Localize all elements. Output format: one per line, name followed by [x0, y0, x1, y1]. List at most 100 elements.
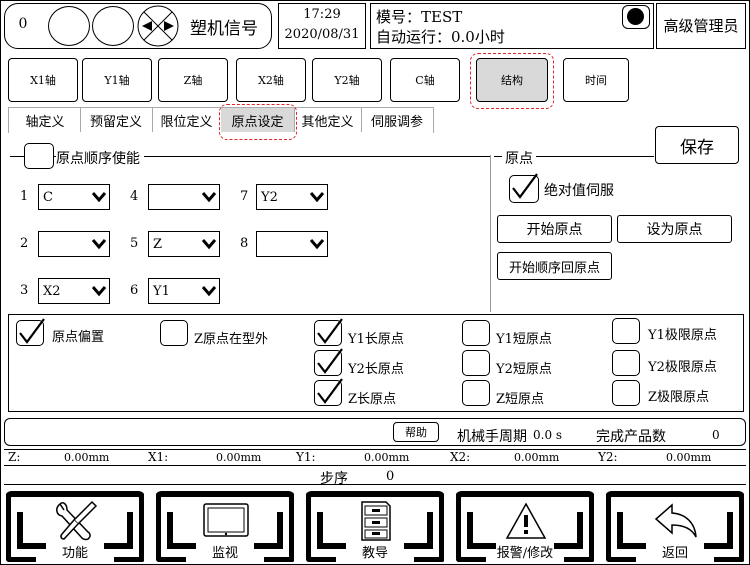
cycle-value: 0.0 s — [533, 428, 563, 442]
step-panel — [4, 467, 746, 485]
y2-short-checkbox[interactable] — [462, 350, 490, 376]
y2-limit-label: Y2极限原点 — [648, 360, 717, 375]
products-value: 0 — [712, 428, 720, 442]
nav-button-label: 返回 — [661, 546, 688, 561]
slot-number: 1 — [20, 189, 29, 204]
signal-label: 塑机信号 — [190, 19, 258, 39]
axis-select-value: C — [43, 189, 53, 205]
chevron-down-icon — [91, 190, 107, 204]
tab[interactable]: 轴定义 — [10, 108, 81, 132]
products-label: 完成产品数 — [596, 429, 666, 445]
axis-select[interactable] — [38, 231, 110, 257]
active-category-highlight — [470, 53, 554, 109]
axis-position-value: 0.00mm — [64, 451, 110, 464]
origin-group-title: 原点 — [502, 148, 536, 168]
category-button[interactable]: X2轴 — [236, 58, 306, 102]
cabinet-icon — [351, 498, 401, 544]
axis-select[interactable]: Y1 — [148, 278, 220, 304]
signal-indicator-1 — [48, 6, 90, 46]
absolute-servo-label: 绝对值伺服 — [544, 183, 614, 199]
category-button[interactable]: Y2轴 — [312, 58, 382, 102]
chevron-down-icon — [91, 284, 107, 298]
mold-clamp-icon — [136, 4, 180, 48]
axis-name: Z: — [8, 450, 21, 464]
tab[interactable]: 预留定义 — [80, 108, 153, 132]
axis-select[interactable]: Z — [148, 231, 220, 257]
start-origin-button[interactable]: 开始原点 — [497, 215, 612, 243]
active-tab-highlight — [219, 104, 297, 140]
user-level-label: 高级管理员 — [663, 17, 739, 35]
step-label: 步序 — [320, 471, 348, 487]
checkmark-icon — [14, 315, 48, 349]
y2-limit-checkbox[interactable] — [612, 350, 640, 376]
axis-select[interactable] — [148, 184, 220, 210]
axis-select[interactable]: X2 — [38, 278, 110, 304]
origin-order-enable-checkbox[interactable] — [24, 143, 54, 169]
axis-select[interactable] — [256, 231, 328, 257]
signal-indicator-2 — [92, 6, 134, 46]
z-short-label: Z短原点 — [496, 392, 545, 407]
axis-select[interactable]: Y2 — [256, 184, 328, 210]
category-button[interactable]: X1轴 — [8, 58, 78, 102]
save-button[interactable]: 保存 — [655, 126, 739, 164]
tab[interactable]: 其他定义 — [294, 108, 362, 132]
z-short-checkbox[interactable] — [462, 380, 490, 406]
z-limit-label: Z极限原点 — [648, 390, 710, 405]
nav-button[interactable]: 返回 — [606, 490, 744, 562]
warning-icon — [501, 498, 551, 544]
nav-button[interactable]: 监视 — [156, 490, 294, 562]
y2-long-label: Y2长原点 — [348, 362, 404, 377]
chevron-down-icon — [201, 190, 217, 204]
y1-limit-checkbox[interactable] — [612, 318, 640, 344]
status-indicator-icon — [622, 5, 650, 29]
set-as-origin-button[interactable]: 设为原点 — [617, 215, 732, 243]
origin-order-divider — [490, 155, 491, 312]
y1-short-label: Y1短原点 — [496, 332, 552, 347]
category-button[interactable]: 时间 — [563, 58, 629, 102]
clock-time: 17:29 — [303, 7, 341, 22]
nav-button[interactable]: 报警/修改 — [456, 490, 594, 562]
tab[interactable]: 限位定义 — [152, 108, 222, 132]
tab[interactable]: 伺服调参 — [361, 108, 434, 132]
axis-select-value: Z — [153, 236, 163, 252]
step-value: 0 — [386, 469, 395, 484]
absolute-servo-checkmark-icon — [507, 170, 541, 204]
checkmark-icon — [312, 345, 346, 379]
axis-name: Y1: — [296, 450, 316, 464]
y1-short-checkbox[interactable] — [462, 320, 490, 346]
z-limit-checkbox[interactable] — [612, 380, 640, 406]
slot-number: 7 — [240, 189, 249, 204]
chevron-down-icon — [201, 237, 217, 251]
axis-name: Y2: — [598, 450, 618, 464]
chevron-down-icon — [201, 284, 217, 298]
y1-limit-label: Y1极限原点 — [648, 328, 717, 343]
monitor-icon — [201, 498, 251, 544]
slot-number: 4 — [130, 189, 139, 204]
z-origin-outside-label: Z原点在型外 — [194, 332, 269, 347]
category-button[interactable]: Y1轴 — [82, 58, 152, 102]
nav-button-label: 报警/修改 — [496, 546, 554, 561]
nav-button-label: 功能 — [61, 546, 88, 561]
axis-select-value: Y1 — [153, 283, 170, 299]
axis-position-value: 0.00mm — [364, 451, 410, 464]
start-sequence-origin-button[interactable]: 开始顺序回原点 — [497, 252, 612, 280]
slot-number: 8 — [240, 236, 249, 251]
nav-button-label: 监视 — [211, 546, 238, 561]
clock-date: 2020/08/31 — [284, 27, 360, 42]
origin-order-enable-label: 原点顺序使能 — [56, 148, 144, 168]
slot-number: 5 — [130, 236, 139, 251]
y1-long-label: Y1长原点 — [348, 332, 404, 347]
z-origin-outside-checkbox[interactable] — [160, 320, 188, 346]
cycle-label: 机械手周期 — [457, 429, 527, 445]
chevron-down-icon — [309, 237, 325, 251]
back-arrow-icon — [651, 498, 701, 544]
nav-button[interactable]: 教导 — [306, 490, 444, 562]
nav-button[interactable]: 功能 — [6, 490, 144, 562]
mold-number: 模号：TEST — [376, 8, 463, 26]
checkmark-icon — [312, 375, 346, 409]
z-long-label: Z长原点 — [348, 392, 397, 407]
help-button[interactable]: 帮助 — [393, 422, 439, 442]
axis-select[interactable]: C — [38, 184, 110, 210]
category-button[interactable]: Z轴 — [158, 58, 228, 102]
category-button[interactable]: C轴 — [390, 58, 460, 102]
